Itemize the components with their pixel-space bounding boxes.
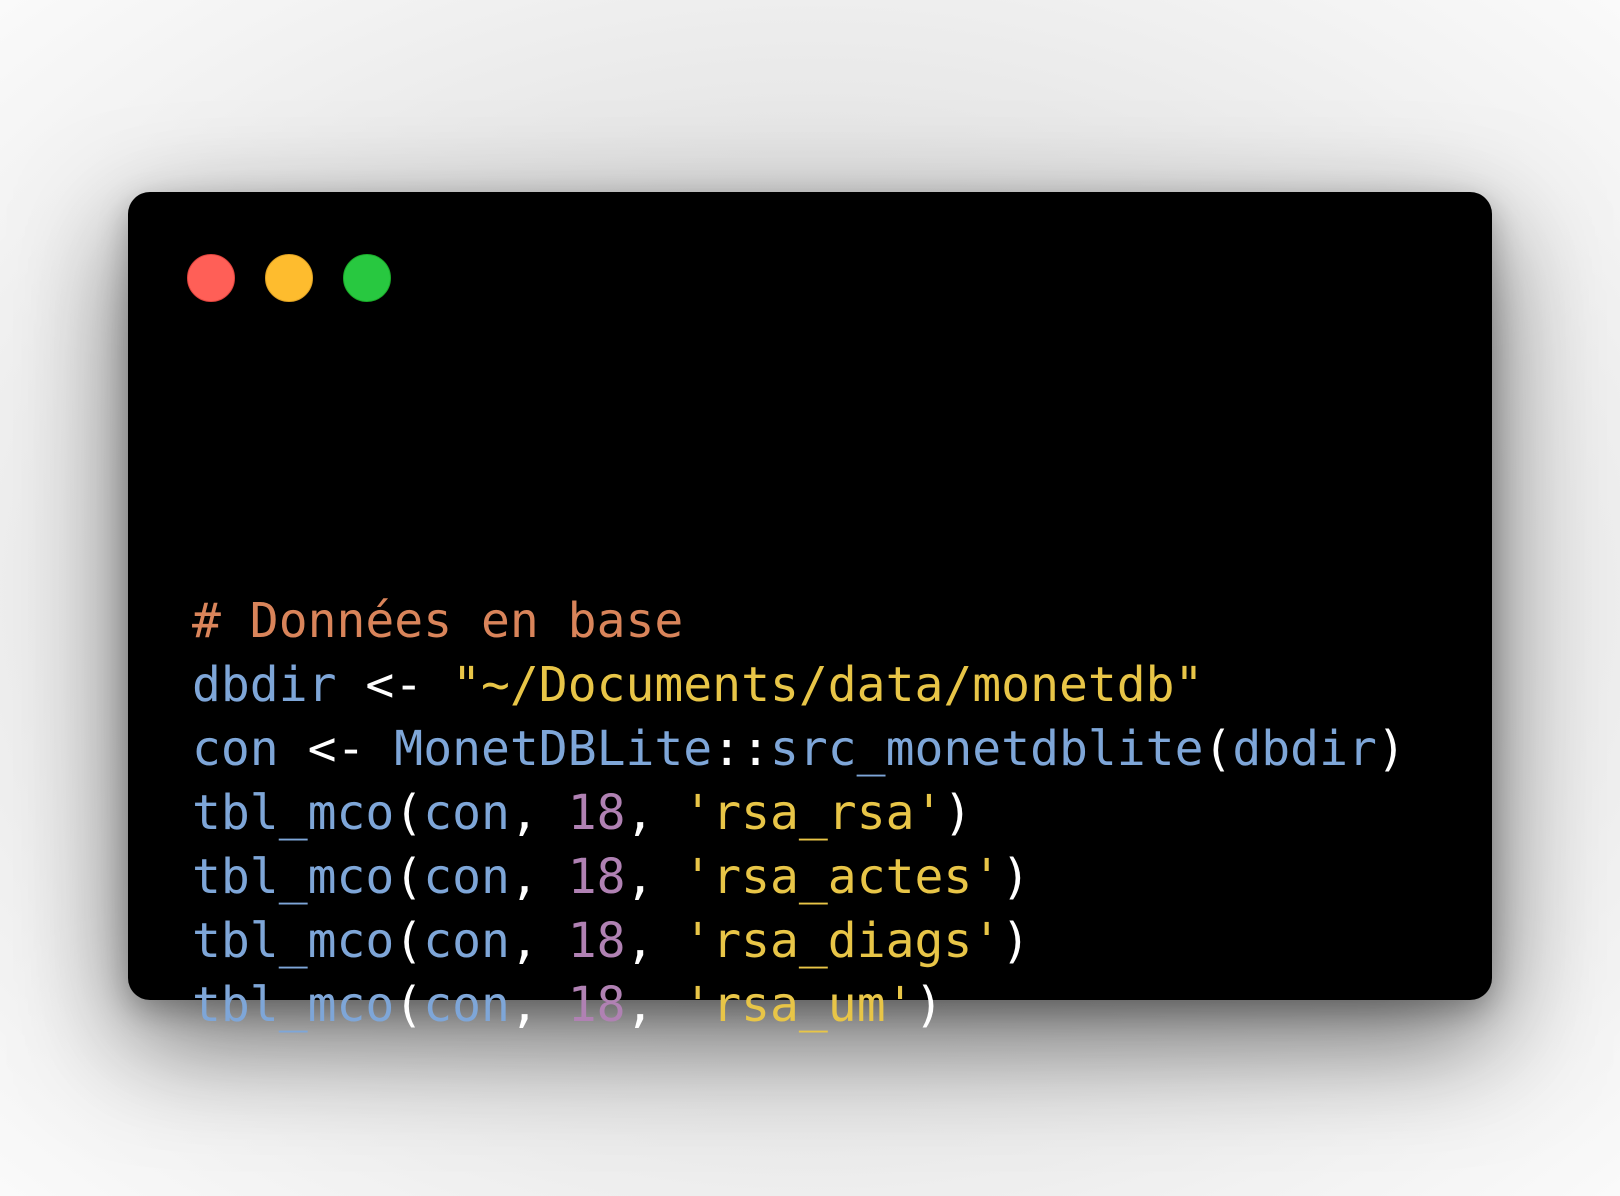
code-punctuation: , bbox=[509, 913, 568, 969]
code-comment: # Données en base bbox=[192, 593, 684, 649]
code-punctuation: , bbox=[509, 977, 568, 1033]
code-identifier: con bbox=[423, 849, 510, 905]
code-punctuation: ) bbox=[1001, 913, 1031, 969]
code-identifier: dbdir bbox=[1232, 721, 1377, 777]
code-line: # Données en base bbox=[192, 589, 1406, 653]
code-punctuation: , bbox=[625, 913, 684, 969]
code-punctuation: , bbox=[509, 849, 568, 905]
code-identifier: tbl_mco bbox=[192, 913, 395, 969]
code-identifier: MonetDBLite bbox=[394, 721, 713, 777]
code-identifier: dbdir bbox=[192, 657, 337, 713]
code-punctuation: ) bbox=[1001, 849, 1031, 905]
minimize-button[interactable] bbox=[265, 254, 313, 302]
code-operator: <- bbox=[278, 721, 395, 777]
window-controls bbox=[187, 254, 391, 302]
code-operator: <- bbox=[336, 657, 453, 713]
code-identifier: tbl_mco bbox=[192, 977, 395, 1033]
code-identifier: con bbox=[192, 721, 279, 777]
code-line: tbl_mco(con, 18, 'rsa_rsa') bbox=[192, 781, 1406, 845]
code-punctuation: , bbox=[509, 785, 568, 841]
code-identifier: con bbox=[423, 913, 510, 969]
code-punctuation: , bbox=[625, 849, 684, 905]
code-number: 18 bbox=[567, 977, 626, 1033]
code-operator: :: bbox=[712, 721, 770, 777]
code-line: con <- MonetDBLite::src_monetdblite(dbdi… bbox=[192, 717, 1406, 781]
code-punctuation: ( bbox=[394, 785, 424, 841]
code-number: 18 bbox=[567, 913, 626, 969]
code-string: 'rsa_diags' bbox=[683, 913, 1002, 969]
code-number: 18 bbox=[567, 849, 626, 905]
close-button[interactable] bbox=[187, 254, 235, 302]
code-punctuation: ( bbox=[394, 913, 424, 969]
code-punctuation: ( bbox=[394, 849, 424, 905]
code-identifier: tbl_mco bbox=[192, 785, 395, 841]
code-punctuation: , bbox=[625, 785, 684, 841]
code-punctuation: ( bbox=[394, 977, 424, 1033]
code-string: 'rsa_actes' bbox=[683, 849, 1002, 905]
code-string: 'rsa_um' bbox=[683, 977, 915, 1033]
code-identifier: tbl_mco bbox=[192, 849, 395, 905]
code-punctuation: ) bbox=[1376, 721, 1406, 777]
code-identifier: con bbox=[423, 977, 510, 1033]
code-block: # Données en base dbdir <- "~/Documents/d… bbox=[192, 589, 1406, 1037]
code-punctuation: ) bbox=[943, 785, 973, 841]
code-number: 18 bbox=[567, 785, 626, 841]
code-window: # Données en base dbdir <- "~/Documents/d… bbox=[128, 192, 1492, 1033]
code-punctuation: ) bbox=[914, 977, 944, 1033]
code-identifier: con bbox=[423, 785, 510, 841]
code-line: tbl_mco(con, 18, 'rsa_um') bbox=[192, 973, 1406, 1037]
maximize-button[interactable] bbox=[343, 254, 391, 302]
code-line: dbdir <- "~/Documents/data/monetdb" bbox=[192, 653, 1406, 717]
code-string: "~/Documents/data/monetdb" bbox=[452, 657, 1204, 713]
code-line: tbl_mco(con, 18, 'rsa_actes') bbox=[192, 845, 1406, 909]
code-identifier: src_monetdblite bbox=[769, 721, 1204, 777]
code-punctuation: , bbox=[625, 977, 684, 1033]
code-string: 'rsa_rsa' bbox=[683, 785, 944, 841]
code-line: tbl_mco(con, 18, 'rsa_diags') bbox=[192, 909, 1406, 973]
code-punctuation: ( bbox=[1203, 721, 1233, 777]
